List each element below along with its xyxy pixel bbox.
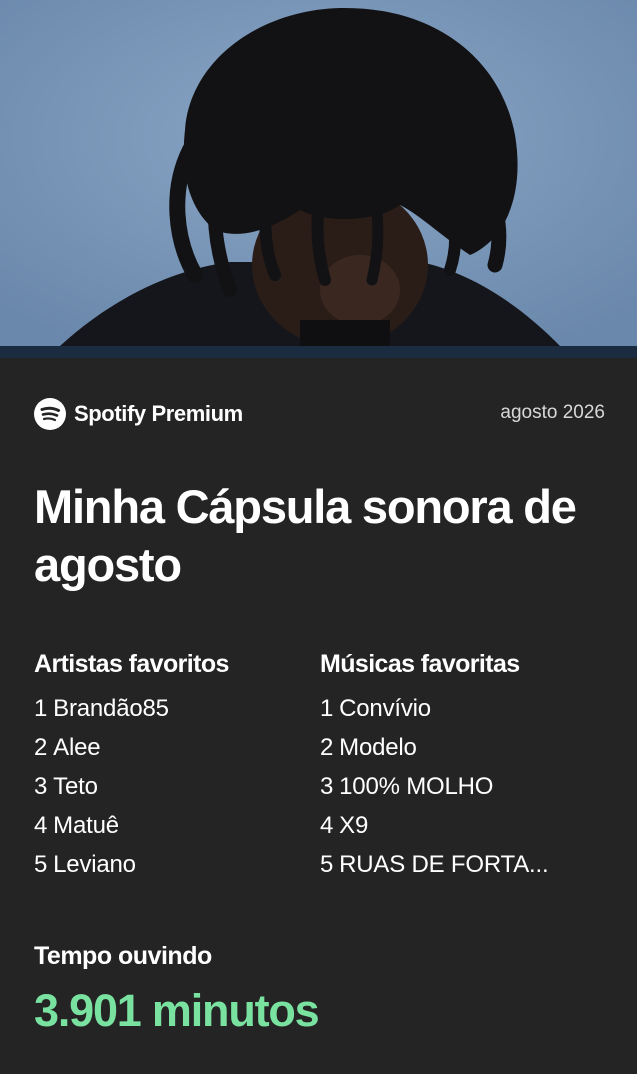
listening-time-label: Tempo ouvindo [34, 942, 212, 970]
list-item: 4 Matuê [34, 812, 119, 839]
period-label: agosto 2026 [500, 402, 605, 423]
favorite-artists-heading: Artistas favoritos [34, 650, 229, 678]
spotify-logo-icon [34, 398, 66, 430]
favorite-artists-section: Artistas favoritos 1 Brandão85 2 Alee 3 Tet… [34, 644, 304, 884]
list-item: 1 Brandão85 [34, 695, 169, 722]
favorite-songs-heading: Músicas favoritas [320, 650, 520, 678]
favorite-songs-list: 1 Convívio 2 Modelo 3 100% MOLHO 4 X9 5 RUAS … [320, 689, 590, 884]
page-title: Minha Cápsula sonora de agosto [34, 480, 577, 591]
list-item: 5 RUAS DE FORTA... [320, 851, 549, 878]
list-item: 1 Convívio [320, 695, 431, 722]
artist-cover-image [0, 0, 637, 346]
spotify-brand: Spotify Premium [34, 396, 243, 432]
list-item: 3 Teto [34, 773, 98, 800]
list-item: 3 100% MOLHO [320, 773, 494, 800]
list-item: 5 Leviano [34, 851, 136, 878]
favorite-songs-section: Músicas favoritas 1 Convívio 2 Modelo 3 100… [320, 644, 590, 884]
favorite-artists-list: 1 Brandão85 2 Alee 3 Teto 4 Matuê 5 Leviano [34, 689, 304, 884]
list-item: 4 X9 [320, 812, 369, 839]
listening-time-value: 3.901 minutos [34, 985, 320, 1036]
brand-name: Spotify Premium [74, 401, 243, 426]
list-item: 2 Alee [34, 734, 101, 761]
list-item: 2 Modelo [320, 734, 417, 761]
capsule-card: Spotify Premium agosto 2026 Minha Cápsul… [0, 0, 637, 1074]
cover-divider-strip [0, 346, 637, 358]
